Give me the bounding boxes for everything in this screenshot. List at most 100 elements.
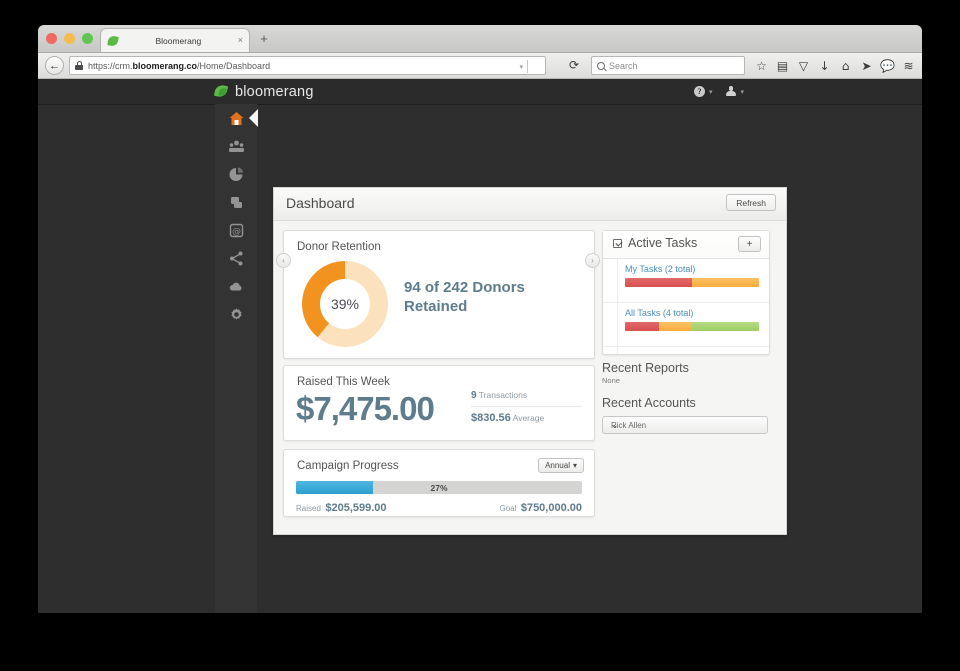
sidebar-item-cloud[interactable]: [215, 272, 257, 300]
raised-stats: 9 Transactions $830.56 Average: [471, 390, 581, 424]
chevron-down-icon: ⌄: [611, 420, 619, 430]
home-icon[interactable]: ⌂: [835, 53, 856, 78]
carousel-prev-button[interactable]: ‹: [276, 253, 291, 268]
campaign-raised: Raised $205,599.00: [296, 498, 387, 516]
recent-accounts-title: Recent Accounts: [602, 396, 696, 410]
browser-tab-title: Bloomerang: [155, 35, 202, 46]
maximize-window-button[interactable]: [82, 33, 93, 44]
help-icon: ?: [693, 86, 705, 97]
window-controls[interactable]: [46, 33, 93, 44]
chevron-down-icon[interactable]: ▾: [519, 63, 523, 71]
active-tasks-header: Active Tasks +: [603, 231, 769, 259]
chevron-down-icon: ▾: [740, 88, 744, 96]
campaign-progress-bar: 27%: [296, 481, 582, 494]
star-icon[interactable]: ☆: [751, 53, 772, 78]
search-placeholder: Search: [609, 60, 638, 71]
chat-icon[interactable]: 💬: [877, 53, 898, 78]
user-icon: [725, 86, 736, 97]
sidebar-item-settings[interactable]: [215, 300, 257, 328]
recent-reports-empty: None: [602, 376, 620, 385]
lock-icon: [75, 61, 83, 70]
download-icon[interactable]: ↓: [814, 53, 835, 78]
task-segment-red: [625, 322, 659, 331]
browser-tab-strip: Bloomerang × +: [38, 25, 922, 53]
cloud-icon: [228, 278, 245, 295]
dashboard-card: Dashboard Refresh Donor Retention 39% 94…: [273, 187, 787, 535]
donut-percent-label: 39%: [320, 279, 370, 329]
close-window-button[interactable]: [46, 33, 57, 44]
donor-retention-chart: 39%: [302, 261, 388, 347]
raised-transactions-label: Transactions: [478, 390, 528, 400]
stack-icon[interactable]: ≋: [898, 53, 919, 78]
clipboard-icon[interactable]: ▤: [772, 53, 793, 78]
raised-this-week-panel: Raised This Week $7,475.00 9 Transaction…: [283, 365, 595, 441]
campaign-progress-percent: 27%: [430, 482, 448, 493]
campaign-progress-title: Campaign Progress: [297, 460, 399, 472]
recent-accounts-select[interactable]: Rick Allen ⌄: [602, 416, 768, 434]
pocket-icon[interactable]: ▽: [793, 53, 814, 78]
layers-icon: [228, 194, 245, 211]
user-menu[interactable]: ▾: [725, 86, 744, 97]
task-link[interactable]: My Tasks (2 total): [625, 264, 759, 274]
active-tasks-panel: Active Tasks + My Tasks (2 total) All Ta…: [602, 230, 770, 355]
carousel-next-button[interactable]: ›: [585, 253, 600, 268]
brand-logo[interactable]: bloomerang: [213, 79, 314, 104]
minimize-window-button[interactable]: [64, 33, 75, 44]
app-header: bloomerang ? ▾ ▾: [38, 79, 922, 105]
browser-window: Bloomerang × + ← https://crm.bloomerang.…: [38, 25, 922, 613]
task-row[interactable]: All Tasks (4 total): [603, 303, 769, 347]
recent-reports-title: Recent Reports: [602, 361, 689, 375]
home-icon: [228, 110, 245, 127]
recent-section: Recent Reports None Recent Accounts Rick…: [602, 361, 768, 434]
donor-retention-title: Donor Retention: [297, 241, 381, 253]
search-icon: [597, 61, 605, 70]
back-icon[interactable]: ←: [45, 56, 64, 75]
browser-nav-bar: ← https://crm.bloomerang.co/Home/Dashboa…: [38, 53, 922, 79]
checkbox-icon: [613, 239, 622, 248]
close-icon[interactable]: ×: [238, 36, 243, 45]
task-segment-green: [692, 322, 759, 331]
new-tab-button[interactable]: +: [256, 31, 272, 46]
reload-icon[interactable]: ⟳: [569, 57, 579, 73]
campaign-range-dropdown[interactable]: Annual ▾: [538, 458, 584, 473]
add-task-button[interactable]: +: [738, 236, 761, 252]
brand-name: bloomerang: [235, 83, 314, 100]
pie-chart-icon: [228, 166, 245, 183]
browser-search-box[interactable]: Search: [591, 56, 745, 75]
dashboard-body: Donor Retention 39% 94 of 242 Donors Ret…: [274, 221, 786, 534]
sidebar-item-share[interactable]: [215, 244, 257, 272]
screen: Bloomerang × + ← https://crm.bloomerang.…: [0, 0, 960, 671]
page-viewport: bloomerang ? ▾ ▾ @ Dashboard Refresh Don…: [38, 79, 922, 613]
divider: [527, 60, 528, 73]
page-title: Dashboard: [286, 195, 355, 211]
chevron-down-icon: ▾: [572, 461, 577, 470]
sidebar-item-layers[interactable]: [215, 188, 257, 216]
help-menu[interactable]: ? ▾: [693, 86, 713, 97]
campaign-goal-label: Goal: [499, 504, 517, 513]
send-icon[interactable]: ➤: [856, 53, 877, 78]
sidebar-item-reports[interactable]: [215, 160, 257, 188]
raised-transactions-row: 9 Transactions: [471, 390, 581, 407]
refresh-button[interactable]: Refresh: [726, 194, 776, 211]
browser-tab[interactable]: Bloomerang ×: [100, 28, 250, 52]
address-bar[interactable]: https://crm.bloomerang.co/Home/Dashboard…: [69, 56, 546, 75]
sidebar-item-email[interactable]: @: [215, 216, 257, 244]
raised-average-label: Average: [512, 413, 545, 423]
sidebar-item-constituents[interactable]: [215, 132, 257, 160]
campaign-range-label: Annual: [545, 461, 570, 470]
raised-average-value: $830.56: [471, 412, 511, 424]
sidebar-item-home[interactable]: [215, 104, 258, 132]
share-icon: [228, 250, 245, 267]
task-segment-orange: [692, 278, 759, 287]
task-row[interactable]: My Tasks (2 total): [603, 259, 769, 303]
raised-amount: $7,475.00: [296, 390, 435, 427]
main-content: Dashboard Refresh Donor Retention 39% 94…: [257, 104, 922, 613]
campaign-progress-footer: Raised $205,599.00 Goal $750,000.00: [296, 498, 582, 516]
leaf-icon: [107, 34, 119, 47]
donor-retention-panel: Donor Retention 39% 94 of 242 Donors Ret…: [283, 230, 595, 359]
chevron-down-icon: ▾: [708, 88, 713, 96]
campaign-progress-panel: Campaign Progress Annual ▾ 27% Raised $2…: [283, 449, 595, 517]
campaign-raised-value: $205,599.00: [325, 502, 387, 514]
task-link[interactable]: All Tasks (4 total): [625, 308, 759, 318]
task-segment-red: [625, 278, 692, 287]
